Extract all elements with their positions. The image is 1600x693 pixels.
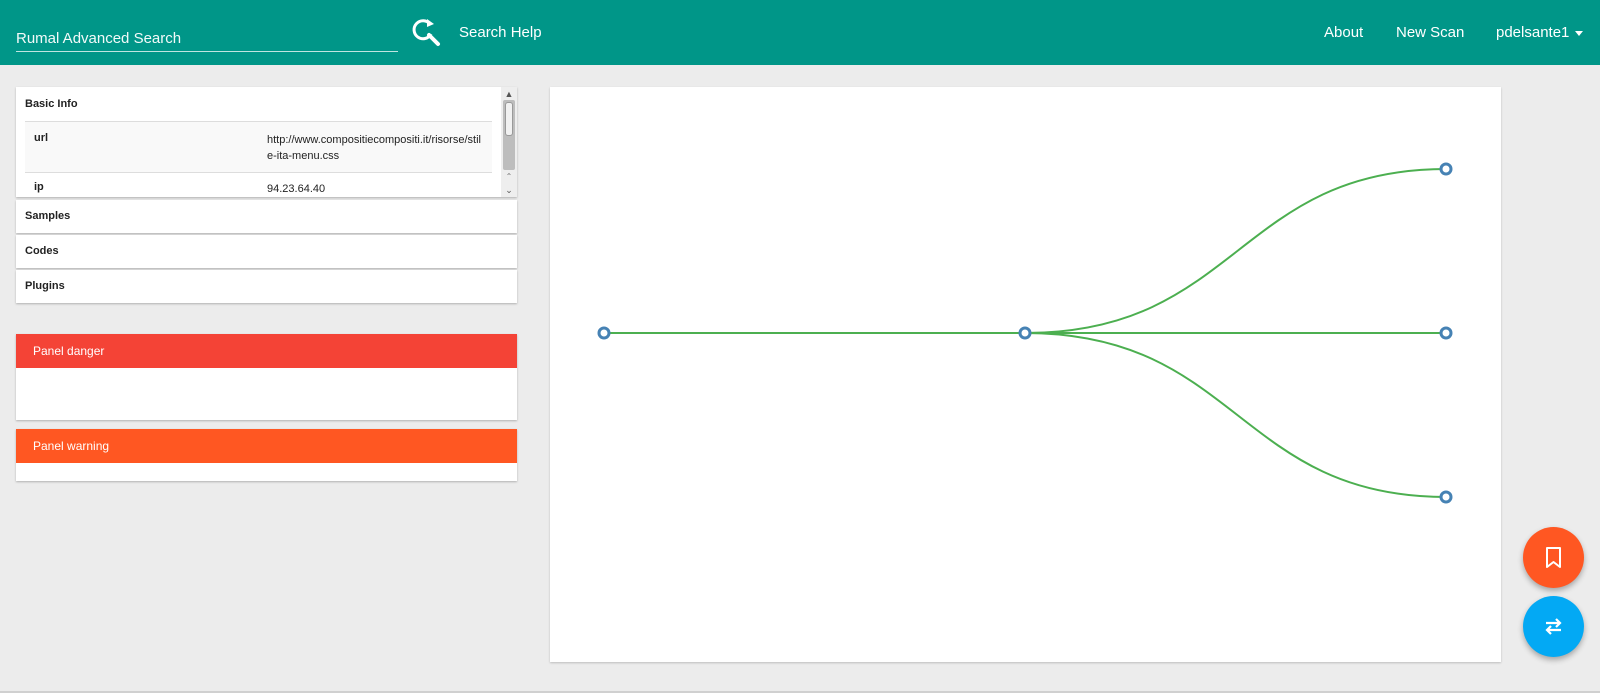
- search-input[interactable]: [16, 18, 398, 52]
- codes-title: Codes: [25, 245, 59, 257]
- scroll-up-small-icon: ⌃: [505, 172, 513, 181]
- basic-info-panel: Basic Info url http://www.compositiecomp…: [16, 87, 517, 197]
- graph-edge: [1024, 168, 1447, 334]
- row-value: 94.23.64.40: [267, 183, 326, 195]
- scrollbar-grip: [505, 102, 513, 136]
- plugins-title: Plugins: [25, 280, 65, 292]
- warning-panel-title: Panel warning: [16, 429, 517, 463]
- table-row: ip 94.23.64.40: [25, 173, 492, 197]
- about-link[interactable]: About: [1324, 0, 1363, 65]
- basic-info-scroll-area[interactable]: Basic Info url http://www.compositiecomp…: [16, 87, 500, 197]
- danger-panel-title: Panel danger: [16, 334, 517, 368]
- scroll-up-icon[interactable]: ▲: [501, 87, 517, 101]
- chevron-down-icon: [1575, 30, 1584, 36]
- vertical-scrollbar[interactable]: ▲ ⌃ ⌄: [501, 87, 517, 197]
- danger-panel: Panel danger: [16, 334, 517, 420]
- graph-node[interactable]: [597, 326, 611, 340]
- graph-node[interactable]: [1439, 490, 1453, 504]
- swap-button[interactable]: [1523, 596, 1584, 657]
- swap-arrows-icon: [1545, 618, 1562, 635]
- user-name: pdelsante1: [1496, 24, 1570, 41]
- graph-edge: [1024, 332, 1447, 498]
- codes-panel[interactable]: Codes: [16, 235, 517, 268]
- bookmark-button[interactable]: [1523, 527, 1584, 588]
- top-navbar: Search Help About New Scan pdelsante1: [0, 0, 1600, 65]
- search-button[interactable]: [408, 14, 442, 48]
- warning-panel: Panel warning: [16, 429, 517, 481]
- row-key: ip: [34, 181, 44, 193]
- bookmark-icon: [1546, 547, 1561, 568]
- graph-panel[interactable]: [550, 87, 1501, 662]
- row-value: http://www.compositiecompositi.it/risors…: [267, 134, 481, 162]
- samples-title: Samples: [25, 210, 71, 222]
- search-refresh-icon: [412, 19, 440, 46]
- graph-node[interactable]: [1439, 326, 1453, 340]
- basic-info-title: Basic Info: [25, 98, 78, 110]
- graph-node[interactable]: [1018, 326, 1032, 340]
- search-help-link[interactable]: Search Help: [459, 0, 542, 65]
- samples-panel[interactable]: Samples: [16, 200, 517, 233]
- row-key: url: [34, 132, 49, 144]
- tree-graph[interactable]: [550, 87, 1501, 662]
- scroll-down-icon[interactable]: ⌄: [501, 183, 517, 197]
- scrollbar-thumb[interactable]: [503, 100, 515, 170]
- user-menu[interactable]: pdelsante1: [1496, 0, 1584, 65]
- new-scan-link[interactable]: New Scan: [1396, 0, 1464, 65]
- graph-node[interactable]: [1439, 162, 1453, 176]
- table-row: url http://www.compositiecompositi.it/ri…: [25, 122, 492, 173]
- plugins-panel[interactable]: Plugins: [16, 270, 517, 303]
- basic-info-table: url http://www.compositiecompositi.it/ri…: [25, 121, 492, 197]
